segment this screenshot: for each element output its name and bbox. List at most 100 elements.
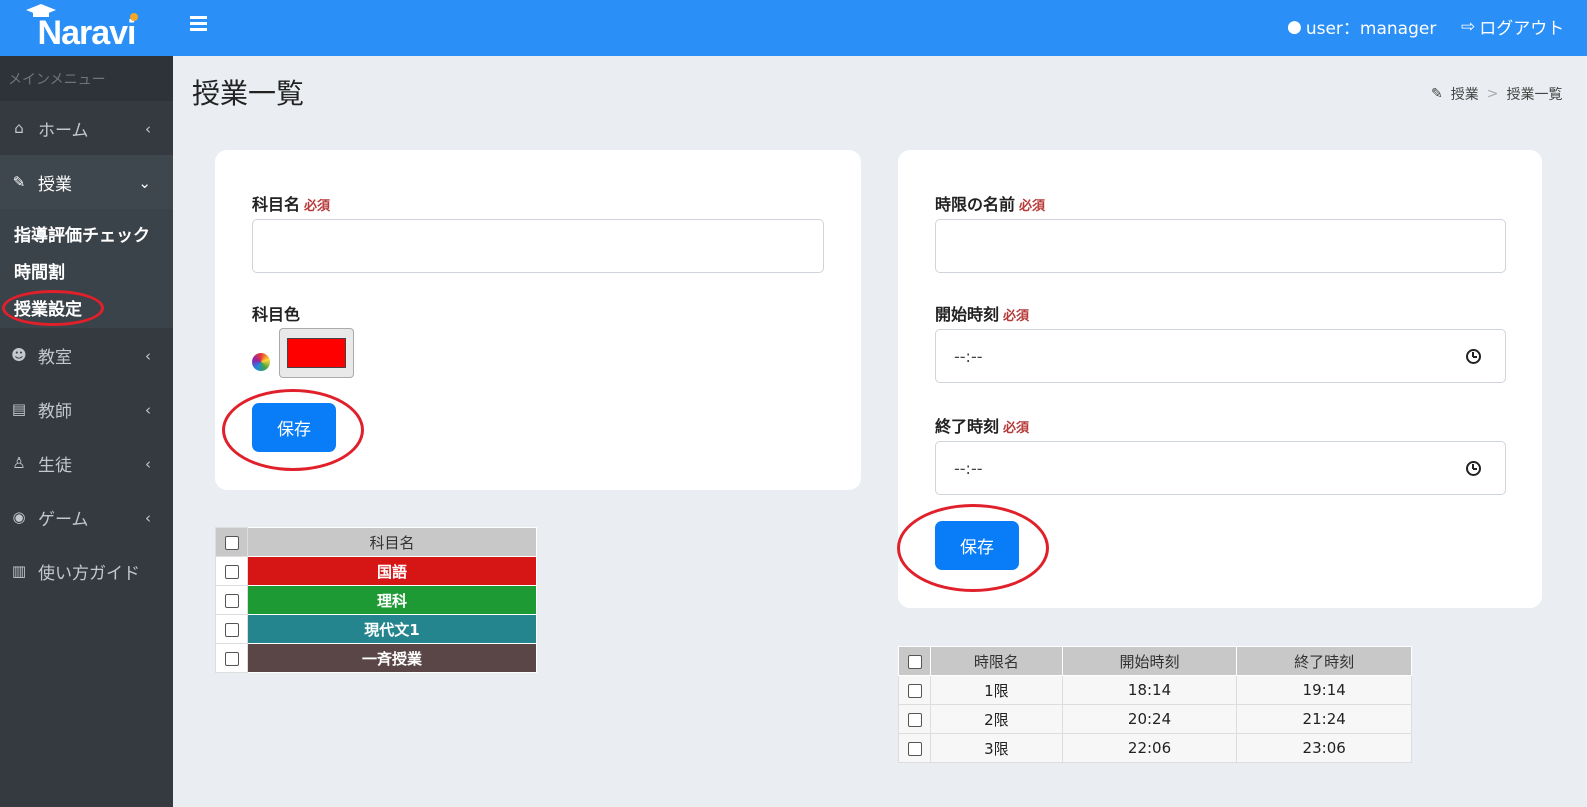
subject-name-label: 科目名 必須: [252, 195, 331, 214]
edit-icon: ✎: [12, 173, 26, 191]
subject-color-picker[interactable]: [279, 328, 354, 378]
row-checkbox[interactable]: [907, 741, 922, 756]
end-time-input[interactable]: --:--: [935, 441, 1506, 495]
column-header: 開始時刻: [1061, 646, 1238, 676]
period-name-cell[interactable]: 1限: [930, 675, 1063, 705]
start-time-cell[interactable]: 20:24: [1061, 704, 1238, 734]
subject-table: 科目名 国語 理科 現代文1 一斉授業: [215, 527, 537, 673]
page-title: 授業一覧: [192, 77, 305, 110]
subject-cell[interactable]: 国語: [247, 556, 537, 586]
sidebar-item-label: 教室: [38, 347, 72, 368]
chevron-left-icon: ‹: [145, 401, 151, 419]
sidebar-item-class[interactable]: ✎ 授業 ⌄: [0, 155, 173, 209]
row-checkbox[interactable]: [224, 564, 239, 579]
table-row: 理科: [215, 585, 537, 615]
color-wheel-icon: [252, 353, 270, 371]
subject-cell[interactable]: 理科: [247, 585, 537, 615]
chevron-left-icon: ‹: [145, 509, 151, 527]
start-time-input[interactable]: --:--: [935, 329, 1506, 383]
row-checkbox[interactable]: [907, 683, 922, 698]
users-icon: ☻: [11, 346, 27, 364]
sidebar-item-label: ゲーム: [38, 509, 89, 530]
sidebar-item-label: 生徒: [38, 455, 72, 476]
period-table: 時限名 開始時刻 終了時刻 1限 18:14 19:14 2限 20:24 21…: [898, 646, 1412, 763]
user-menu[interactable]: ● user：manager: [1287, 14, 1436, 40]
breadcrumb-item[interactable]: 授業: [1451, 84, 1479, 104]
brand-logo[interactable]: Naravi: [0, 0, 173, 56]
end-time-cell[interactable]: 23:06: [1236, 733, 1412, 763]
color-swatch: [287, 338, 346, 368]
clock-icon[interactable]: [1466, 349, 1481, 364]
sidebar-subitem-class-settings[interactable]: 授業設定: [0, 289, 173, 326]
period-name-cell[interactable]: 2限: [930, 704, 1063, 734]
student-icon: ♙: [12, 454, 26, 472]
period-form-card: 時限の名前 必須 開始時刻 必須 --:-- 終了時刻 必須 --:-- 保存: [897, 150, 1542, 608]
top-navbar: ● user：manager ⇨ ログアウト: [173, 0, 1587, 56]
hamburger-menu-icon[interactable]: [190, 16, 207, 33]
end-time-label: 終了時刻 必須: [935, 417, 1030, 436]
sidebar-item-label: 授業: [38, 174, 72, 195]
period-name-cell[interactable]: 3限: [930, 733, 1063, 763]
sidebar-item-game[interactable]: ◉ ゲーム ‹: [0, 490, 173, 544]
sidebar-subitem-timetable[interactable]: 時間割: [0, 252, 173, 289]
required-badge: 必須: [1003, 309, 1030, 324]
sidebar-item-home[interactable]: ⌂ ホーム ‹: [0, 101, 173, 155]
required-badge: 必須: [1019, 199, 1046, 214]
row-checkbox[interactable]: [224, 622, 239, 637]
id-card-icon: ▤: [11, 400, 27, 418]
sidebar-item-label: 教師: [38, 401, 72, 422]
highlight-ring: [2, 290, 104, 326]
row-checkbox[interactable]: [224, 593, 239, 608]
logout-link[interactable]: ⇨ ログアウト: [1461, 14, 1565, 40]
sidebar-item-teacher[interactable]: ▤ 教師 ‹: [0, 382, 173, 436]
table-row: 2限 20:24 21:24: [898, 704, 1412, 734]
logout-icon: ⇨: [1461, 16, 1476, 37]
highlight-ring: [222, 389, 364, 471]
column-header: 時限名: [930, 646, 1063, 676]
period-name-label: 時限の名前 必須: [935, 195, 1046, 214]
sidebar-subitem-evaluation-check[interactable]: 指導評価チェック: [0, 215, 173, 252]
edit-icon: ✎: [1431, 86, 1443, 102]
highlight-ring: [897, 504, 1049, 592]
subject-cell[interactable]: 現代文1: [247, 614, 537, 644]
sidebar-subitem-label: 指導評価チェック: [14, 226, 150, 246]
menu-header: メインメニュー: [0, 56, 173, 101]
row-checkbox[interactable]: [907, 712, 922, 727]
start-time-label: 開始時刻 必須: [935, 305, 1030, 324]
select-all-cell: [215, 527, 248, 557]
logout-label: ログアウト: [1479, 19, 1565, 39]
clock-icon[interactable]: [1466, 461, 1481, 476]
select-all-cell: [898, 646, 931, 676]
column-header: 終了時刻: [1236, 646, 1412, 676]
user-circle-icon: ●: [1287, 16, 1302, 37]
chevron-left-icon: ‹: [145, 455, 151, 473]
start-time-cell[interactable]: 18:14: [1061, 675, 1238, 705]
start-time-value: --:--: [954, 346, 983, 366]
table-row: 3限 22:06 23:06: [898, 733, 1412, 763]
required-badge: 必須: [1003, 421, 1030, 436]
sidebar-item-student[interactable]: ♙ 生徒 ‹: [0, 436, 173, 490]
sidebar-item-label: ホーム: [38, 120, 89, 141]
sidebar-item-classroom[interactable]: ☻ 教室 ‹: [0, 328, 173, 382]
sidebar-subitem-label: 時間割: [14, 263, 65, 283]
table-row: 国語: [215, 556, 537, 586]
column-header: 科目名: [247, 527, 537, 557]
required-badge: 必須: [304, 199, 331, 214]
sidebar-item-guide[interactable]: ▥ 使い方ガイド: [0, 544, 173, 598]
book-icon: ▥: [11, 562, 27, 580]
breadcrumb-current: 授業一覧: [1506, 87, 1563, 103]
end-time-cell[interactable]: 21:24: [1236, 704, 1412, 734]
row-checkbox[interactable]: [224, 651, 239, 666]
start-time-cell[interactable]: 22:06: [1061, 733, 1238, 763]
end-time-value: --:--: [954, 458, 983, 478]
subject-cell[interactable]: 一斉授業: [247, 643, 537, 673]
subject-name-input[interactable]: [252, 219, 824, 273]
table-row: 一斉授業: [215, 643, 537, 673]
chevron-left-icon: ‹: [145, 120, 151, 138]
sidebar: Naravi メインメニュー ⌂ ホーム ‹ ✎ 授業 ⌄ 指導評価チェック 時…: [0, 0, 173, 807]
breadcrumb-separator: >: [1486, 86, 1499, 102]
period-name-input[interactable]: [935, 219, 1506, 273]
select-all-checkbox[interactable]: [224, 535, 239, 550]
select-all-checkbox[interactable]: [907, 654, 922, 669]
end-time-cell[interactable]: 19:14: [1236, 675, 1412, 705]
